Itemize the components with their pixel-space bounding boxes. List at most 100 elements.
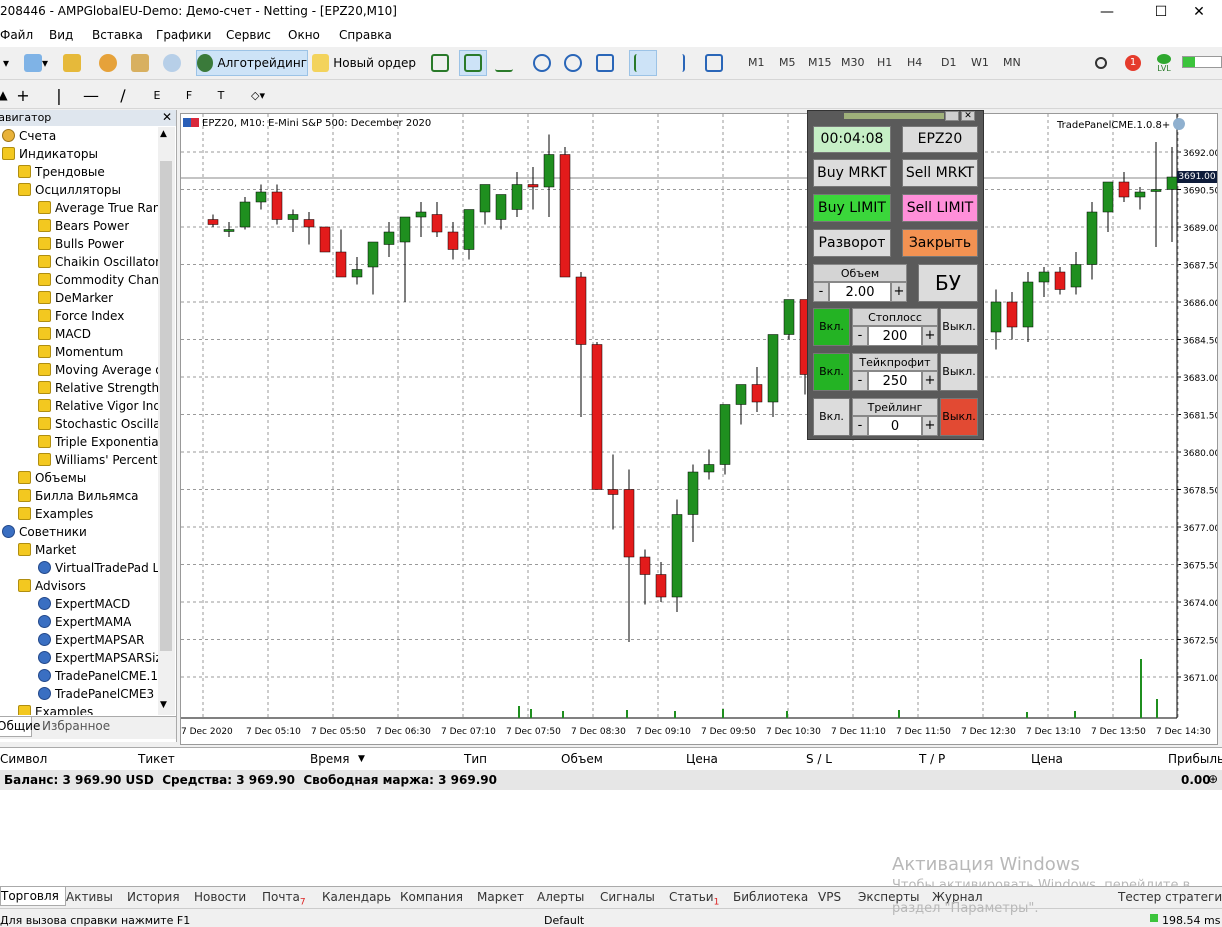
menu-tools[interactable]: Сервис <box>226 28 271 42</box>
chart-shift-button[interactable] <box>664 50 688 76</box>
search-button[interactable] <box>1090 50 1112 76</box>
expand-icon[interactable]: ⊕ <box>1208 772 1218 786</box>
navigator-item[interactable]: Советники <box>2 523 87 541</box>
timeframe-mn[interactable]: MN <box>1003 56 1021 69</box>
trailing-plus-button[interactable]: + <box>922 416 938 436</box>
timeframe-w1[interactable]: W1 <box>971 56 989 69</box>
close-position-button[interactable]: Закрыть <box>902 229 978 257</box>
scrollbar-thumb[interactable] <box>160 161 172 651</box>
navigator-item[interactable]: Examples <box>18 505 93 523</box>
new-order-button[interactable]: Новый ордер <box>312 50 416 76</box>
crosshair-icon[interactable]: + <box>12 82 34 108</box>
data-window-button[interactable] <box>128 50 152 76</box>
tab-favorites[interactable]: Избранное <box>42 719 110 733</box>
navigator-item[interactable]: Индикаторы <box>2 145 98 163</box>
trendline-icon[interactable]: ∕ <box>114 82 132 108</box>
tab-2[interactable]: История <box>127 890 180 904</box>
strategy-tester-tab[interactable]: Тестер стратегий <box>1118 890 1222 904</box>
tab-0[interactable]: Торговля <box>0 887 66 906</box>
volume-minus-button[interactable]: - <box>813 282 829 302</box>
buy-market-button[interactable]: Buy MRKT <box>813 159 891 187</box>
stoploss-off-button[interactable]: Выкл. <box>940 308 978 346</box>
col-symbol[interactable]: Символ <box>0 752 47 766</box>
menu-charts[interactable]: Графики <box>156 28 211 42</box>
candle-chart-button[interactable] <box>459 50 487 76</box>
navigator-item[interactable]: ExpertMAPSAR <box>38 631 145 649</box>
tab-1[interactable]: Активы <box>66 890 113 904</box>
price-chart[interactable]: 3692.00 3690.50 3689.00 3687.50 3686.00 3684.… <box>181 114 1217 744</box>
equidistant-channel-icon[interactable]: E <box>146 82 168 108</box>
navigator-item[interactable]: Average True Range <box>38 199 158 217</box>
tab-11[interactable]: Библиотека <box>733 890 808 904</box>
cursor-icon[interactable]: ▲ <box>0 82 8 108</box>
col-profit[interactable]: Прибыль <box>1168 752 1222 766</box>
col-sl[interactable]: S / L <box>806 752 832 766</box>
navigator-item[interactable]: Билла Вильямса <box>18 487 139 505</box>
navigator-item[interactable]: TradePanelCME3 <box>38 685 154 703</box>
panel-close-icon[interactable]: ✕ <box>961 111 975 121</box>
navigator-item[interactable]: Chaikin Oscillator <box>38 253 158 271</box>
takeprofit-input[interactable]: 250 <box>868 371 922 391</box>
symbol-button[interactable]: EPZ20 <box>902 126 978 153</box>
tab-5[interactable]: Календарь <box>322 890 391 904</box>
vertical-line-icon[interactable]: | <box>50 82 68 108</box>
navigator-item[interactable]: Stochastic Oscillator <box>38 415 158 433</box>
chart-window[interactable]: 3692.00 3690.50 3689.00 3687.50 3686.00 3684.… <box>180 113 1218 745</box>
menu-file[interactable]: Файл <box>0 28 33 42</box>
chevron-down-icon[interactable]: ▾ <box>0 50 12 76</box>
navigator-item[interactable]: ExpertMAMA <box>38 613 131 631</box>
timeframe-m15[interactable]: M15 <box>808 56 832 69</box>
navigator-item[interactable]: Advisors <box>18 577 86 595</box>
navigator-item[interactable]: ExpertMACD <box>38 595 130 613</box>
profiles-button[interactable] <box>60 50 84 76</box>
bar-chart-button[interactable] <box>428 50 452 76</box>
algo-trading-button[interactable]: Алготрейдинг <box>196 50 308 76</box>
trailing-on-button[interactable]: Вкл. <box>813 398 850 436</box>
auto-scroll-button[interactable] <box>629 50 657 76</box>
close-icon[interactable]: ✕ <box>162 110 172 124</box>
sell-limit-button[interactable]: Sell LIMIT <box>902 194 978 222</box>
zoom-in-button[interactable] <box>530 50 554 76</box>
menu-help[interactable]: Справка <box>339 28 392 42</box>
timeframe-d1[interactable]: D1 <box>941 56 956 69</box>
navigator-item[interactable]: ExpertMAPSARSize <box>38 649 158 667</box>
market-watch-button[interactable] <box>96 50 120 76</box>
navigator-item[interactable]: DeMarker <box>38 289 113 307</box>
zoom-out-button[interactable] <box>561 50 585 76</box>
notifications-button[interactable]: 1 <box>1120 50 1146 76</box>
stoploss-minus-button[interactable]: - <box>852 326 868 346</box>
level-button[interactable]: LVL <box>1152 50 1176 76</box>
timeframe-h4[interactable]: H4 <box>907 56 922 69</box>
takeprofit-off-button[interactable]: Выкл. <box>940 353 978 391</box>
navigator-item[interactable]: Relative Vigor Index <box>38 397 158 415</box>
navigator-item[interactable]: MACD <box>38 325 91 343</box>
close-window-button[interactable]: ✕ <box>1176 0 1222 25</box>
col-ticket[interactable]: Тикет <box>138 752 175 766</box>
reverse-button[interactable]: Разворот <box>813 229 891 257</box>
tab-3[interactable]: Новости <box>194 890 246 904</box>
navigator-item[interactable]: Williams' Percent <box>38 451 158 469</box>
navigator-item[interactable]: Осцилляторы <box>18 181 121 199</box>
navigator-item[interactable]: Market <box>18 541 76 559</box>
navigator-item[interactable]: Moving Average of <box>38 361 158 379</box>
stoploss-plus-button[interactable]: + <box>922 326 938 346</box>
stoploss-on-button[interactable]: Вкл. <box>813 308 850 346</box>
navigator-item[interactable]: Bears Power <box>38 217 129 235</box>
tab-4[interactable]: Почта7 <box>262 890 306 907</box>
tab-7[interactable]: Маркет <box>477 890 524 904</box>
navigator-item[interactable]: Force Index <box>38 307 124 325</box>
menu-window[interactable]: Окно <box>288 28 320 42</box>
navigator-item[interactable]: Трендовые <box>18 163 105 181</box>
trailing-input[interactable]: 0 <box>868 416 922 436</box>
takeprofit-on-button[interactable]: Вкл. <box>813 353 850 391</box>
tab-8[interactable]: Алерты <box>537 890 584 904</box>
takeprofit-plus-button[interactable]: + <box>922 371 938 391</box>
navigator-item[interactable]: Examples <box>18 703 93 715</box>
navigator-item[interactable]: Commodity Channel <box>38 271 158 289</box>
navigator-item[interactable]: TradePanelCME.1. <box>38 667 158 685</box>
timeframe-m30[interactable]: M30 <box>841 56 865 69</box>
line-chart-button[interactable] <box>492 50 516 76</box>
shapes-dropdown-icon[interactable]: ◇▾ <box>242 82 274 108</box>
col-tp[interactable]: T / P <box>919 752 945 766</box>
navigator-item[interactable]: VirtualTradePad L <box>38 559 158 577</box>
